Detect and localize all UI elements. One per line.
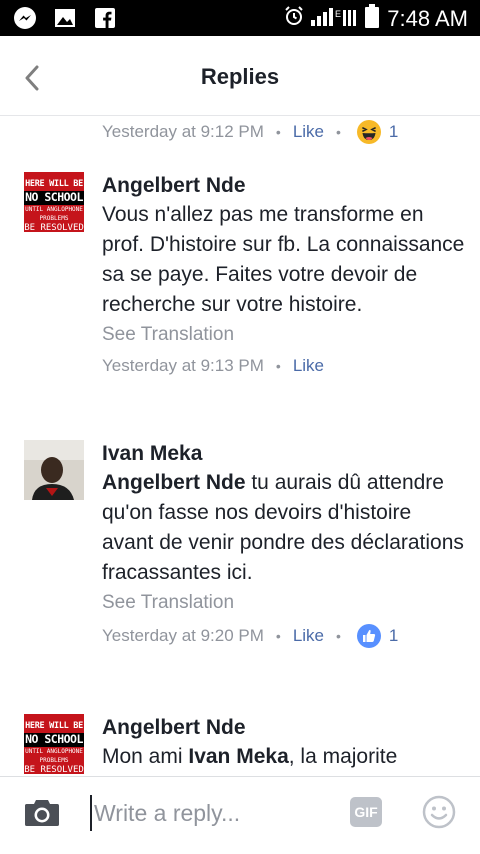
comment-timestamp: Yesterday at 9:20 PM (102, 626, 264, 645)
separator-dot: • (275, 358, 281, 374)
emoji-button[interactable] (422, 795, 456, 829)
see-translation-link[interactable]: See Translation (102, 588, 468, 618)
replies-list[interactable]: Yesterday at 9:12 PM • Like • 1 HERE WIL… (0, 116, 480, 776)
haha-icon (356, 120, 381, 144)
reaction-count: 1 (388, 626, 399, 645)
commenter-name[interactable]: Angelbert Nde (102, 714, 468, 742)
profile-photo (24, 440, 84, 500)
avatar-poster-text: BE RESOLVED (24, 222, 84, 232)
commenter-name[interactable]: Ivan Meka (102, 440, 468, 468)
commenter-name[interactable]: Angelbert Nde (102, 172, 468, 200)
reaction-count: 1 (388, 122, 399, 141)
page-title: Replies (200, 64, 280, 89)
comment: HERE WILL BE NO SCHOOL UNTIL ANGLOPHONE … (0, 714, 480, 776)
facebook-icon (92, 6, 118, 30)
smiley-icon (422, 795, 456, 829)
camera-icon (25, 800, 59, 826)
avatar-poster-text: HERE WILL BE (25, 721, 83, 731)
comment-timestamp: Yesterday at 9:13 PM (102, 356, 264, 375)
see-translation-link[interactable]: See Translation (102, 320, 468, 350)
avatar-poster-text: PROBLEMS (39, 756, 69, 764)
signal-icon: E (311, 6, 357, 31)
svg-text:E: E (335, 9, 341, 19)
comment-text: Mon ami Ivan Meka, la majorite (102, 742, 468, 772)
mention-link[interactable]: Ivan Meka (188, 745, 288, 768)
mention-link[interactable]: Angelbert Nde (102, 471, 246, 494)
thumbs-up-icon (356, 624, 381, 648)
gif-button[interactable]: GIF (350, 797, 382, 827)
alarm-icon (285, 6, 303, 31)
avatar-poster-text: HERE WILL BE (25, 179, 83, 189)
avatar-poster-text: BE RESOLVED (24, 764, 84, 774)
comment-text-body: Mon ami (102, 745, 189, 768)
avatar-poster-text: UNTIL ANGLOPHONE (25, 747, 83, 755)
comment-body: Angelbert Nde Mon ami Ivan Meka, la majo… (102, 714, 468, 772)
comment-text-body: , la majorite (288, 745, 398, 768)
reply-bar: GIF (0, 776, 480, 846)
battery-icon (365, 4, 380, 33)
header: Replies (0, 36, 480, 116)
separator-dot: • (275, 124, 281, 140)
avatar[interactable]: HERE WILL BE NO SCHOOL UNTIL ANGLOPHONE … (24, 172, 84, 232)
reply-input[interactable] (90, 795, 330, 831)
camera-button[interactable] (24, 797, 60, 827)
reactions-summary[interactable]: 1 (356, 624, 399, 648)
bottom-edge (0, 846, 480, 854)
comment-timestamp: Yesterday at 9:12 PM (102, 122, 264, 141)
avatar-poster-text: PROBLEMS (39, 214, 69, 222)
reactions-summary[interactable]: 1 (356, 120, 399, 144)
avatar[interactable]: HERE WILL BE NO SCHOOL UNTIL ANGLOPHONE … (24, 714, 84, 774)
gallery-icon (52, 6, 78, 30)
comment-meta: Yesterday at 9:12 PM • Like • 1 (102, 118, 398, 146)
comment: Ivan Meka Angelbert Nde tu aurais dû att… (0, 440, 480, 690)
clock: 7:48 AM (387, 5, 468, 31)
avatar-poster-text: NO SCHOOL (24, 190, 84, 205)
separator-dot: • (336, 628, 341, 644)
like-link[interactable]: Like (293, 356, 324, 376)
comment-text: Angelbert Nde tu aurais dû attendre qu'o… (102, 468, 468, 588)
comment-text: Vous n'allez pas me transforme en prof. … (102, 203, 465, 316)
avatar-poster-text: NO SCHOOL (24, 732, 84, 747)
separator-dot: • (275, 628, 281, 644)
like-link[interactable]: Like (293, 122, 324, 142)
comment-meta: Yesterday at 9:13 PM • Like (102, 352, 468, 380)
messenger-icon (12, 6, 38, 30)
comment-body: Ivan Meka Angelbert Nde tu aurais dû att… (102, 440, 468, 650)
avatar-poster-text: UNTIL ANGLOPHONE (25, 205, 83, 213)
comment-meta: Yesterday at 9:20 PM • Like • 1 (102, 622, 468, 650)
like-link[interactable]: Like (293, 626, 324, 646)
comment-body: Angelbert Nde Vous n'allez pas me transf… (102, 172, 468, 380)
status-bar: E 7:48 AM (0, 0, 480, 36)
comment: HERE WILL BE NO SCHOOL UNTIL ANGLOPHONE … (0, 172, 480, 412)
avatar[interactable] (24, 440, 84, 500)
separator-dot: • (336, 124, 341, 140)
